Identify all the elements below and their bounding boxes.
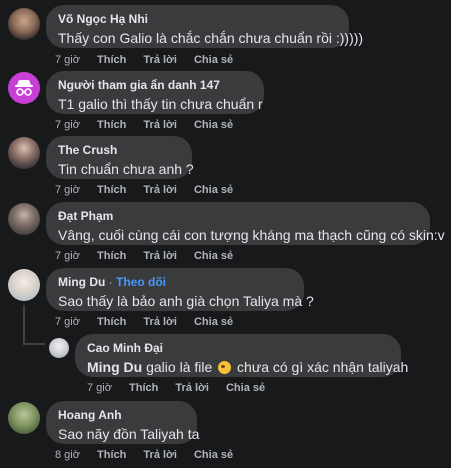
avatar[interactable] <box>8 203 40 235</box>
like-button[interactable]: Thích <box>97 250 126 262</box>
commenter-name[interactable]: The Crush <box>58 143 180 158</box>
comment-bubble: Người tham gia ẩn danh 147 T1 galio thì … <box>46 71 264 114</box>
share-button[interactable]: Chia sẻ <box>194 316 233 328</box>
follow-button[interactable]: Theo dõi <box>116 275 166 289</box>
comment-actions: 7 giờ Thích Trả lời Chia sẻ <box>55 249 247 263</box>
comment-text: galio là file <box>146 359 213 375</box>
avatar[interactable] <box>8 137 40 169</box>
commenter-name[interactable]: Võ Ngọc Hạ Nhi <box>58 12 337 27</box>
comment-actions: 7 giờ Thích Trả lời Chia sẻ <box>87 381 279 395</box>
reply-button[interactable]: Trả lời <box>143 54 177 66</box>
comment-bubble: Cao Minh Đại Ming Du galio là file chưa … <box>75 334 408 377</box>
comment-actions: 7 giờ Thích Trả lời Chia sẻ <box>55 315 247 329</box>
thread-line <box>23 305 25 345</box>
emoji-icon <box>218 361 232 374</box>
commenter-name[interactable]: Đạt Phạm <box>58 209 418 224</box>
like-button[interactable]: Thích <box>129 382 158 394</box>
share-button[interactable]: Chia sẻ <box>194 119 233 131</box>
commenter-name[interactable]: Hoang Anh <box>58 408 185 423</box>
like-button[interactable]: Thích <box>97 119 126 131</box>
comment-text: Sao nãy đồn Taliyah ta <box>58 426 200 442</box>
reply-button[interactable]: Trả lời <box>143 119 177 131</box>
like-button[interactable]: Thích <box>97 184 126 196</box>
comment-time[interactable]: 7 giờ <box>55 119 80 131</box>
share-button[interactable]: Chia sẻ <box>194 54 233 66</box>
reply-button[interactable]: Trả lời <box>143 449 177 461</box>
comment-text: T1 galio thì thấy tin chưa chuẩn r <box>58 96 263 112</box>
comment-bubble: Đạt Phạm Vâng, cuối cùng cái con tượng k… <box>46 202 445 245</box>
comment-bubble: Võ Ngọc Hạ Nhi Thấy con Galio là chắc ch… <box>46 5 364 48</box>
comment-bubble: Ming Du · Theo dõi Sao thấy là bảo anh g… <box>46 268 314 311</box>
comment-actions: 7 giờ Thích Trả lời Chia sẻ <box>55 118 247 132</box>
avatar[interactable] <box>8 8 40 40</box>
anonymous-avatar-icon[interactable] <box>8 72 40 104</box>
share-button[interactable]: Chia sẻ <box>194 184 233 196</box>
share-button[interactable]: Chia sẻ <box>194 250 233 262</box>
comment-text: Tin chuẩn chưa anh ? <box>58 161 194 177</box>
like-button[interactable]: Thích <box>97 449 126 461</box>
mention-link[interactable]: Ming Du <box>87 359 142 375</box>
comment-text: Vâng, cuối cùng cái con tượng kháng ma t… <box>58 227 445 243</box>
incognito-icon <box>15 80 33 96</box>
reply-button[interactable]: Trả lời <box>143 250 177 262</box>
share-button[interactable]: Chia sẻ <box>226 382 265 394</box>
comment-time[interactable]: 8 giờ <box>55 449 80 461</box>
thread-line-elbow <box>23 343 45 345</box>
like-button[interactable]: Thích <box>97 316 126 328</box>
comment-time[interactable]: 7 giờ <box>87 382 112 394</box>
comment-text: chưa có gì xác nhận taliyah <box>237 359 409 375</box>
avatar[interactable] <box>49 338 69 358</box>
comment-bubble: The Crush Tin chuẩn chưa anh ? <box>46 136 194 179</box>
like-button[interactable]: Thích <box>97 54 126 66</box>
comment-text: Thấy con Galio là chắc chắn chưa chuẩn r… <box>58 30 364 46</box>
reply-button[interactable]: Trả lời <box>175 382 209 394</box>
comment-actions: 7 giờ Thích Trả lời Chia sẻ <box>55 183 247 197</box>
comment-bubble: Hoang Anh Sao nãy đồn Taliyah ta <box>46 401 200 444</box>
reply-button[interactable]: Trả lời <box>143 184 177 196</box>
commenter-name[interactable]: Ming Du <box>58 275 105 289</box>
comment-actions: 8 giờ Thích Trả lời Chia sẻ <box>55 448 247 462</box>
comment-time[interactable]: 7 giờ <box>55 316 80 328</box>
comment-actions: 7 giờ Thích Trả lời Chia sẻ <box>55 53 247 67</box>
name-separator: · <box>108 275 113 289</box>
share-button[interactable]: Chia sẻ <box>194 449 233 461</box>
comment-time[interactable]: 7 giờ <box>55 184 80 196</box>
reply-button[interactable]: Trả lời <box>143 316 177 328</box>
comment-text: Sao thấy là bảo anh già chọn Taliya mà ? <box>58 293 314 309</box>
avatar[interactable] <box>8 269 40 301</box>
commenter-name[interactable]: Người tham gia ẩn danh 147 <box>58 78 252 93</box>
comment-time[interactable]: 7 giờ <box>55 54 80 66</box>
commenter-name[interactable]: Cao Minh Đại <box>87 341 389 356</box>
avatar[interactable] <box>8 402 40 434</box>
comment-time[interactable]: 7 giờ <box>55 250 80 262</box>
